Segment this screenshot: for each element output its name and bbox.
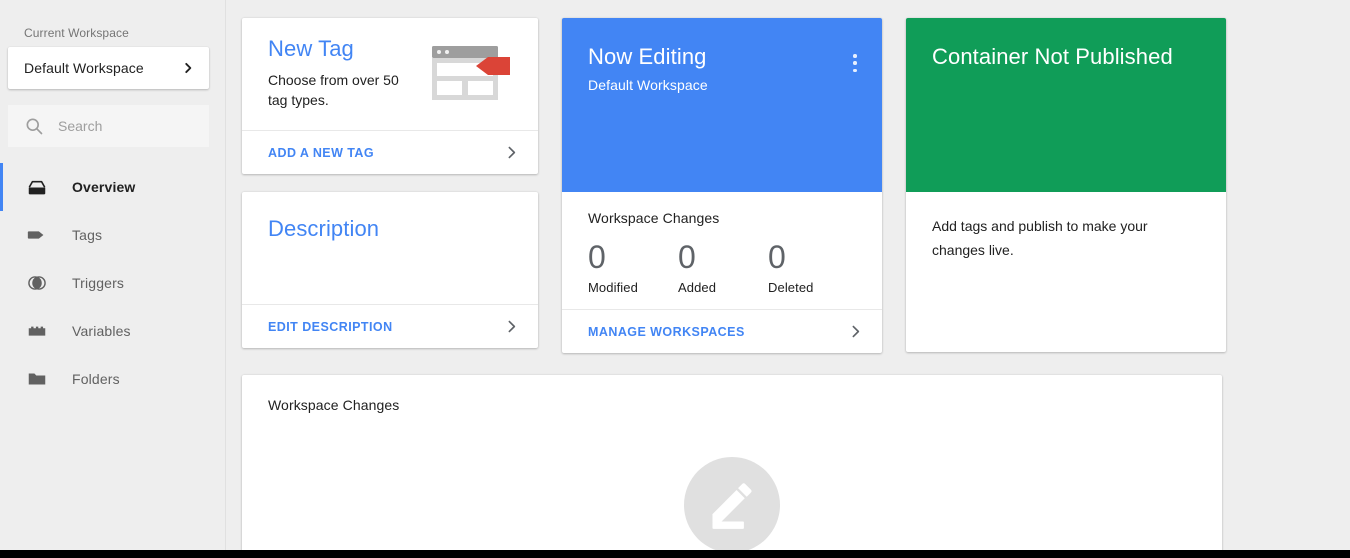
add-a-new-tag-label: ADD A NEW TAG xyxy=(268,145,375,160)
sidebar-item-variables[interactable]: Variables xyxy=(0,307,225,355)
main-content: New Tag Choose from over 50 tag types. A… xyxy=(226,0,1350,555)
kebab-dot xyxy=(853,54,857,58)
stat-value: 0 xyxy=(588,239,606,275)
container-status-header: Container Not Published xyxy=(906,18,1226,192)
sidebar-item-label: Variables xyxy=(72,323,131,339)
now-editing-title: Now Editing xyxy=(588,44,707,69)
stat-value: 0 xyxy=(678,239,696,275)
app-root: Current Workspace Default Workspace Over… xyxy=(0,0,1350,555)
empty-state-badge xyxy=(684,457,780,553)
workspace-selector[interactable]: Default Workspace xyxy=(8,47,209,89)
kebab-dot xyxy=(853,61,857,65)
stat-added: 0 Added xyxy=(678,240,768,295)
variable-icon xyxy=(28,326,46,336)
stat-modified: 0 Modified xyxy=(588,240,678,295)
new-tag-subtitle: Choose from over 50 tag types. xyxy=(268,72,399,108)
stat-label: Deleted xyxy=(768,280,814,295)
stat-label: Added xyxy=(678,280,717,295)
chevron-right-icon xyxy=(508,320,516,333)
stat-deleted: 0 Deleted xyxy=(768,240,858,295)
folder-icon xyxy=(28,373,46,385)
chevron-right-icon xyxy=(852,325,860,338)
container-icon xyxy=(28,180,46,195)
overflow-menu-icon[interactable] xyxy=(846,52,864,74)
create-icon xyxy=(712,483,752,529)
workspace-changes-summary: Workspace Changes 0 Modified 0 Added 0 D… xyxy=(562,192,882,309)
add-a-new-tag-button[interactable]: ADD A NEW TAG xyxy=(242,130,538,174)
workspace-changes-panel-heading: Workspace Changes xyxy=(268,397,400,413)
new-tag-text: New Tag Choose from over 50 tag types. xyxy=(268,36,418,130)
new-tag-card: New Tag Choose from over 50 tag types. A… xyxy=(242,18,538,174)
sidebar-item-folders[interactable]: Folders xyxy=(0,355,225,403)
container-status-body: Add tags and publish to make your change… xyxy=(906,192,1226,262)
description-title: Description xyxy=(268,216,380,241)
browser-tag-illustration-icon xyxy=(432,46,510,100)
chevron-right-icon xyxy=(508,146,516,159)
new-tag-body: New Tag Choose from over 50 tag types. xyxy=(242,18,538,130)
bottom-bar xyxy=(0,550,1350,558)
stat-value: 0 xyxy=(768,239,786,275)
column-middle: Now Editing Default Workspace Workspace … xyxy=(562,18,882,353)
manage-workspaces-button[interactable]: MANAGE WORKSPACES xyxy=(562,309,882,353)
workspace-selector-name: Default Workspace xyxy=(24,60,144,76)
tag-icon xyxy=(27,231,44,239)
current-workspace-label: Current Workspace xyxy=(24,26,129,40)
sidebar-item-triggers[interactable]: Triggers xyxy=(0,259,225,307)
sidebar-item-label: Tags xyxy=(72,227,103,243)
edit-description-button[interactable]: EDIT DESCRIPTION xyxy=(242,304,538,348)
search-icon xyxy=(26,118,43,135)
workspace-changes-heading: Workspace Changes xyxy=(588,210,720,226)
now-editing-header: Now Editing Default Workspace xyxy=(562,18,882,192)
search-box[interactable] xyxy=(8,105,209,147)
container-status-text: Add tags and publish to make your change… xyxy=(932,218,1148,258)
stat-label: Modified xyxy=(588,280,638,295)
container-not-published-card: Container Not Published Add tags and pub… xyxy=(906,18,1226,352)
chevron-right-icon xyxy=(185,62,192,74)
sidebar-item-label: Triggers xyxy=(72,275,125,291)
now-editing-subtitle: Default Workspace xyxy=(588,77,708,93)
column-right: Container Not Published Add tags and pub… xyxy=(906,18,1226,352)
trigger-icon xyxy=(28,276,46,290)
sidebar: Current Workspace Default Workspace Over… xyxy=(0,0,226,550)
description-card: Description EDIT DESCRIPTION xyxy=(242,192,538,348)
workspace-changes-panel: Workspace Changes xyxy=(242,375,1222,555)
manage-workspaces-label: MANAGE WORKSPACES xyxy=(588,324,745,339)
sidebar-nav: Overview Tags Triggers Variables Folders xyxy=(0,163,225,403)
cards-row: New Tag Choose from over 50 tag types. A… xyxy=(242,18,1350,353)
sidebar-item-tags[interactable]: Tags xyxy=(0,211,225,259)
workspace-changes-stats: 0 Modified 0 Added 0 Deleted xyxy=(588,240,882,295)
container-status-title: Container Not Published xyxy=(932,44,1173,69)
now-editing-card: Now Editing Default Workspace Workspace … xyxy=(562,18,882,353)
sidebar-item-label: Overview xyxy=(72,179,136,195)
sidebar-item-overview[interactable]: Overview xyxy=(0,163,225,211)
sidebar-item-label: Folders xyxy=(72,371,120,387)
kebab-dot xyxy=(853,68,857,72)
description-body: Description xyxy=(242,192,538,304)
edit-description-label: EDIT DESCRIPTION xyxy=(268,319,393,334)
column-left: New Tag Choose from over 50 tag types. A… xyxy=(242,18,538,348)
search-input[interactable] xyxy=(58,118,188,134)
new-tag-title: New Tag xyxy=(268,36,354,61)
